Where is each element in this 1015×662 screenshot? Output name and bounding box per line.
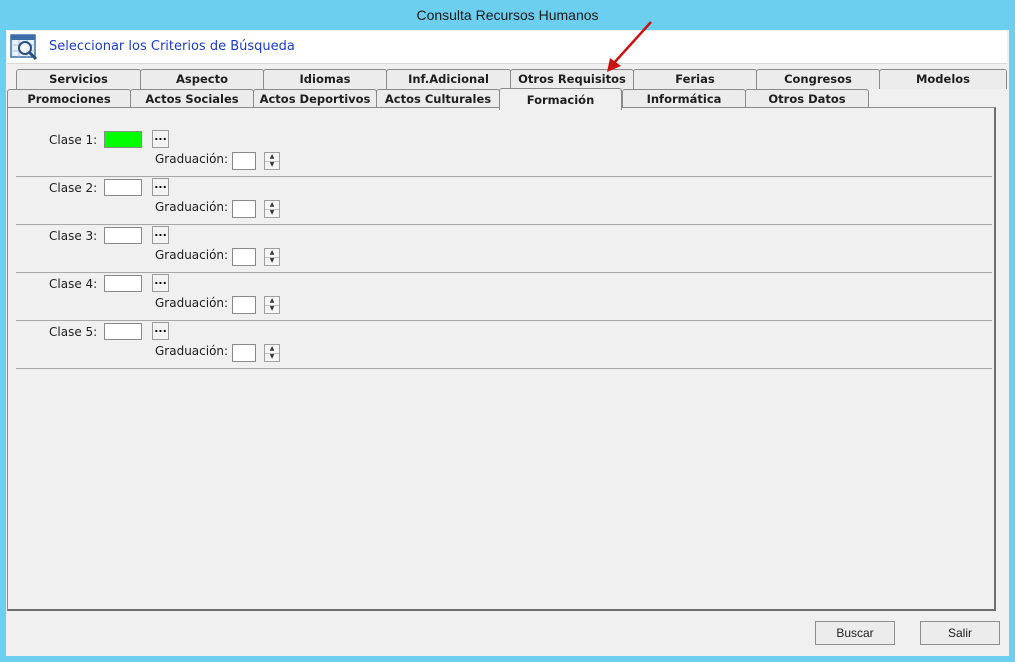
graduacion-label: Graduación:: [155, 200, 229, 214]
clase-label: Clase 3:: [49, 229, 98, 243]
search-calendar-icon: [10, 34, 38, 61]
tab-actos-deportivos[interactable]: Actos Deportivos: [253, 89, 377, 109]
graduacion-label: Graduación:: [155, 152, 229, 166]
tab-actos-culturales[interactable]: Actos Culturales: [376, 89, 500, 109]
spin-down-icon[interactable]: ▼: [265, 209, 279, 217]
graduacion-label: Graduación:: [155, 296, 229, 310]
browse-button[interactable]: ...: [152, 178, 169, 196]
tab-inf-adicional[interactable]: Inf.Adicional: [386, 69, 511, 89]
spin-down-icon[interactable]: ▼: [265, 257, 279, 265]
formacion-panel: Clase 1: ... Graduación: ▲ ▼ Clase 2: ..…: [7, 107, 996, 611]
clase-label: Clase 5:: [49, 325, 98, 339]
graduacion-input[interactable]: [232, 248, 256, 266]
buscar-button[interactable]: Buscar: [815, 621, 895, 645]
main-window: Seleccionar los Criterios de Búsqueda Se…: [6, 30, 1009, 656]
criteria-header: Seleccionar los Criterios de Búsqueda: [7, 31, 1007, 64]
graduacion-spinner[interactable]: ▲ ▼: [264, 344, 280, 362]
browse-button[interactable]: ...: [152, 274, 169, 292]
spin-down-icon[interactable]: ▼: [265, 305, 279, 313]
browse-button[interactable]: ...: [152, 226, 169, 244]
clase-row-2: Clase 2: ... Graduación: ▲ ▼: [16, 176, 992, 225]
salir-button[interactable]: Salir: [920, 621, 1000, 645]
graduacion-input[interactable]: [232, 344, 256, 362]
graduacion-spinner[interactable]: ▲ ▼: [264, 296, 280, 314]
graduacion-label: Graduación:: [155, 344, 229, 358]
button-bar: Buscar Salir: [6, 615, 1009, 656]
tab-promociones[interactable]: Promociones: [7, 89, 131, 109]
clase-input[interactable]: [104, 323, 142, 340]
tab-otros-datos[interactable]: Otros Datos: [745, 89, 869, 109]
tab-congresos[interactable]: Congresos: [756, 69, 880, 89]
clase-row-4: Clase 4: ... Graduación: ▲ ▼: [16, 272, 992, 321]
browse-button[interactable]: ...: [152, 322, 169, 340]
annotation-arrow-icon: [607, 21, 652, 72]
window-title: Consulta Recursos Humanos: [416, 7, 599, 23]
clase-row-3: Clase 3: ... Graduación: ▲ ▼: [16, 224, 992, 273]
clase-label: Clase 4:: [49, 277, 98, 291]
tab-servicios[interactable]: Servicios: [16, 69, 141, 89]
graduacion-spinner[interactable]: ▲ ▼: [264, 248, 280, 266]
clase-input[interactable]: [104, 131, 142, 148]
tab-aspecto[interactable]: Aspecto: [140, 69, 264, 89]
tab-modelos[interactable]: Modelos: [879, 69, 1007, 89]
spin-down-icon[interactable]: ▼: [265, 353, 279, 361]
clase-input[interactable]: [104, 227, 142, 244]
browse-button[interactable]: ...: [152, 130, 169, 148]
graduacion-input[interactable]: [232, 200, 256, 218]
tab-formacion[interactable]: Formación: [499, 88, 622, 110]
clase-label: Clase 2:: [49, 181, 98, 195]
graduacion-spinner[interactable]: ▲ ▼: [264, 200, 280, 218]
clase-row-5: Clase 5: ... Graduación: ▲ ▼: [16, 320, 992, 369]
spin-down-icon[interactable]: ▼: [265, 161, 279, 169]
clase-input[interactable]: [104, 179, 142, 196]
graduacion-label: Graduación:: [155, 248, 229, 262]
clase-input[interactable]: [104, 275, 142, 292]
graduacion-input[interactable]: [232, 152, 256, 170]
tab-idiomas[interactable]: Idiomas: [263, 69, 387, 89]
graduacion-spinner[interactable]: ▲ ▼: [264, 152, 280, 170]
clase-row-1: Clase 1: ... Graduación: ▲ ▼: [16, 128, 992, 177]
tab-actos-sociales[interactable]: Actos Sociales: [130, 89, 254, 109]
graduacion-input[interactable]: [232, 296, 256, 314]
tab-informatica[interactable]: Informática: [622, 89, 746, 109]
criteria-header-text: Seleccionar los Criterios de Búsqueda: [49, 39, 295, 54]
clase-label: Clase 1:: [49, 133, 98, 147]
